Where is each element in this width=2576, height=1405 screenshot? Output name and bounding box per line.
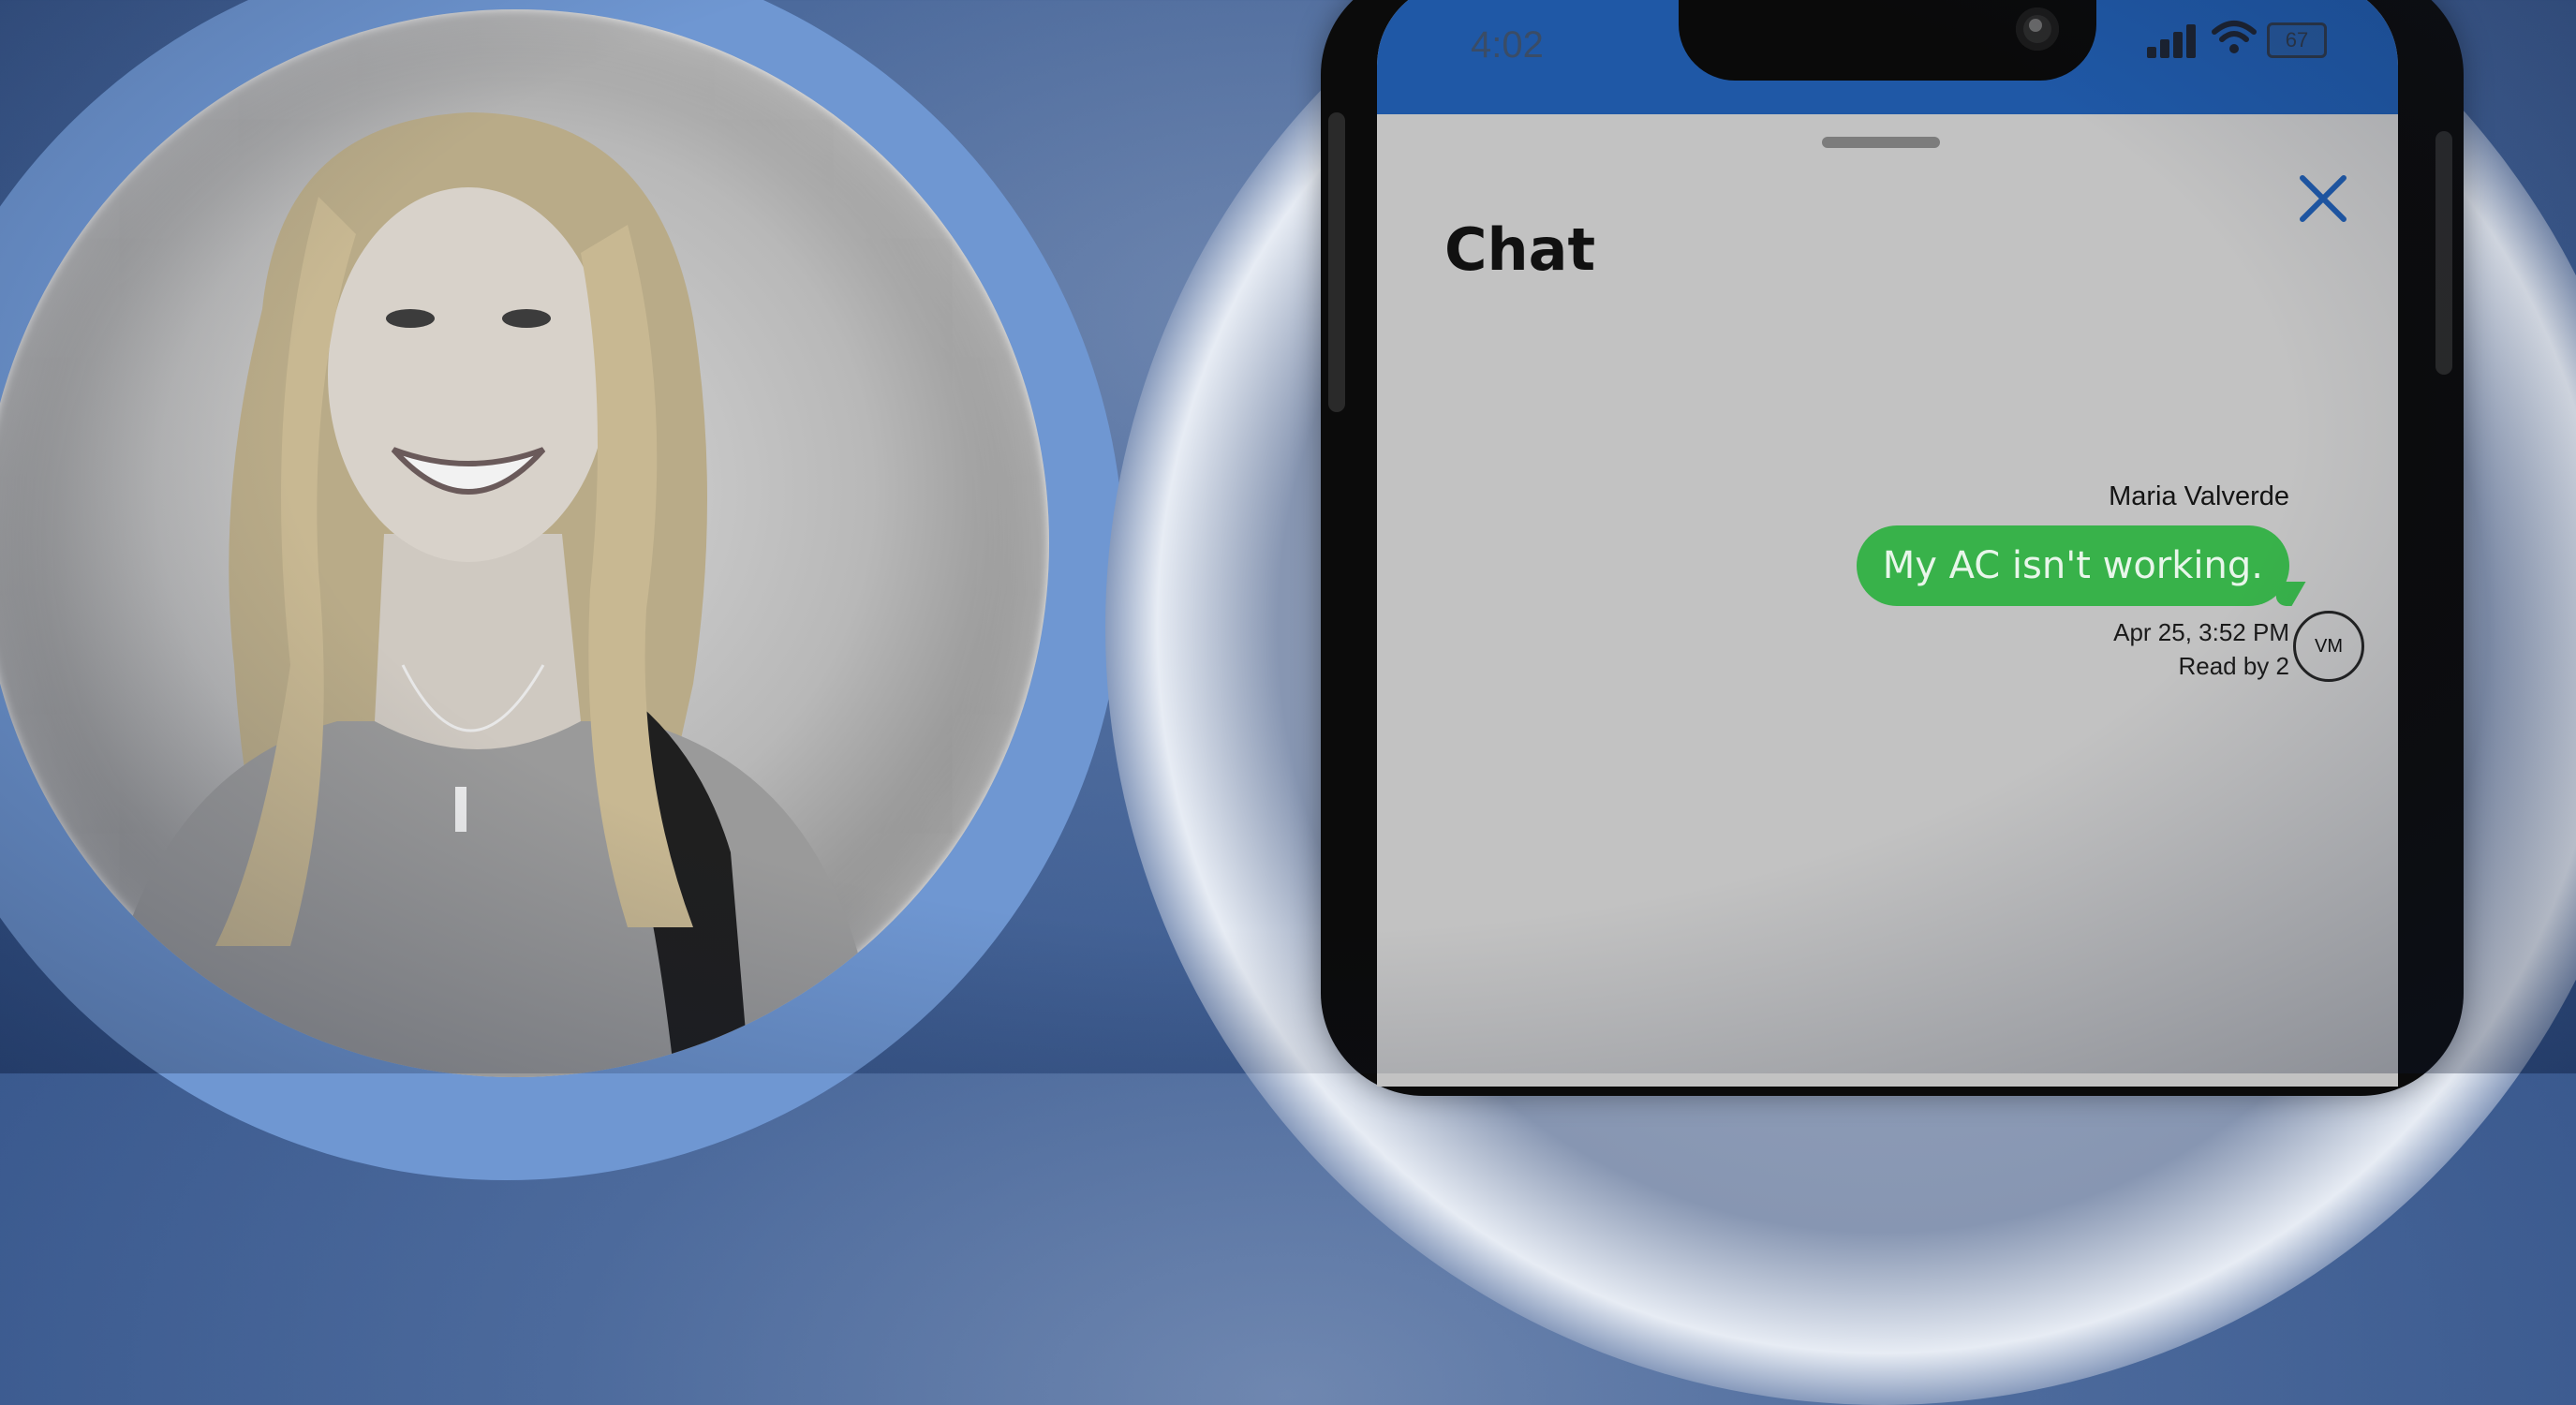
sheet-grabber[interactable] [1822,137,1940,148]
avatar[interactable]: VM [2293,611,2364,682]
presenter-portrait [0,9,1049,1077]
message-bubble[interactable]: My AC isn't working. [1856,525,2289,606]
battery-icon: 67 [2267,22,2327,58]
signal-icon [2147,22,2199,58]
message-timestamp: Apr 25, 3:52 PM [2113,618,2289,646]
message-meta: Apr 25, 3:52 PM Read by 2 [1857,615,2289,683]
presenter-illustration [94,112,881,1077]
phone-side-button [2435,131,2452,375]
message-sender: Maria Valverde [2109,481,2289,511]
page-title: Chat [1444,215,1596,284]
status-time: 4:02 [1471,24,1544,66]
chat-sheet: Chat Maria Valverde My AC isn't working.… [1377,114,2398,1087]
phone-side-button [1328,112,1345,412]
message-group: Maria Valverde My AC isn't working. Apr … [1856,481,2289,683]
camera-icon [2016,7,2059,51]
close-icon[interactable] [2293,169,2353,229]
phone-notch [1679,0,2096,81]
video-frame: 4:02 67 Chat Maria Valverde My AC isn't … [0,0,2576,1405]
read-receipt: Read by 2 [2178,652,2289,680]
phone-screen: 4:02 67 Chat Maria Valverde My AC isn't … [1377,0,2398,1087]
wifi-icon [2212,21,2257,53]
status-bar: 4:02 67 [1377,0,2398,133]
